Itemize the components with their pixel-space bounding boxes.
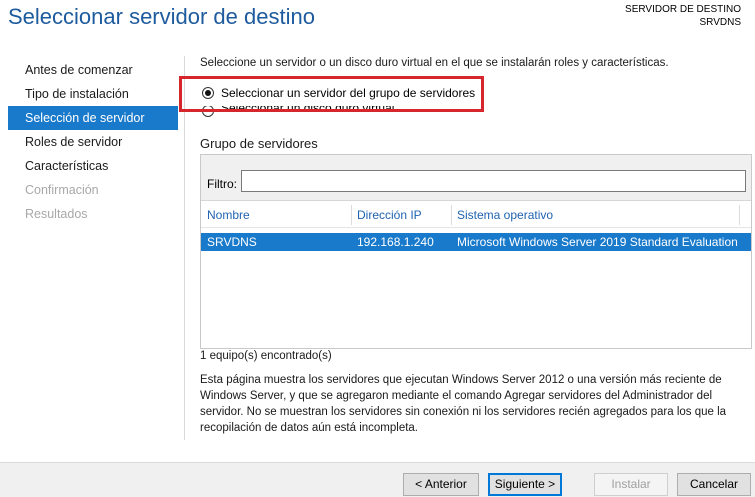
column-separator[interactable] [739, 205, 740, 225]
filter-input[interactable] [241, 170, 746, 192]
destination-server-label: SERVIDOR DE DESTINO [625, 4, 741, 15]
page-title: Seleccionar servidor de destino [8, 4, 315, 29]
nav-item-tipo-de-instalacion[interactable]: Tipo de instalación [8, 82, 178, 106]
highlight-annotation [179, 76, 484, 112]
nav-item-seleccion-de-servidor[interactable]: Selección de servidor [8, 106, 178, 130]
filter-bar: Filtro: [201, 155, 751, 201]
install-button: Instalar [594, 473, 668, 496]
server-pool-title: Grupo de servidores [200, 136, 318, 151]
cell-ip: 192.168.1.240 [357, 235, 434, 249]
wizard-nav: Antes de comenzar Tipo de instalación Se… [8, 58, 178, 226]
column-header-ip[interactable]: Dirección IP [357, 208, 422, 222]
column-header-os[interactable]: Sistema operativo [457, 208, 553, 222]
column-separator[interactable] [351, 205, 352, 225]
nav-divider [184, 56, 185, 440]
column-separator[interactable] [451, 205, 452, 225]
table-row[interactable]: SRVDNS 192.168.1.240 Microsoft Windows S… [201, 233, 751, 251]
wizard-footer: < Anterior Siguiente > Instalar Cancelar [0, 462, 755, 497]
cell-name: SRVDNS [207, 235, 257, 249]
intro-text: Seleccione un servidor o un disco duro v… [200, 57, 669, 69]
next-button[interactable]: Siguiente > [488, 473, 562, 496]
cancel-button[interactable]: Cancelar [677, 473, 751, 496]
nav-item-confirmacion: Confirmación [25, 183, 99, 197]
destination-server-name: SRVDNS [699, 17, 742, 28]
server-pool-panel: Filtro: Nombre Dirección IP Sistema oper… [200, 154, 752, 349]
nav-item-roles-de-servidor[interactable]: Roles de servidor [8, 130, 178, 154]
filter-label: Filtro: [207, 177, 237, 191]
previous-button[interactable]: < Anterior [403, 473, 479, 496]
header-divider [201, 227, 751, 228]
column-header-name[interactable]: Nombre [207, 208, 250, 222]
description-text: Esta página muestra los servidores que e… [200, 374, 727, 434]
server-count: 1 equipo(s) encontrado(s) [200, 350, 332, 362]
cell-os: Microsoft Windows Server 2019 Standard E… [457, 235, 738, 249]
nav-item-caracteristicas[interactable]: Características [8, 154, 178, 178]
nav-item-antes-de-comenzar[interactable]: Antes de comenzar [8, 58, 178, 82]
nav-item-resultados: Resultados [25, 207, 88, 221]
destination-server-info: SERVIDOR DE DESTINO SRVDNS [625, 3, 741, 29]
